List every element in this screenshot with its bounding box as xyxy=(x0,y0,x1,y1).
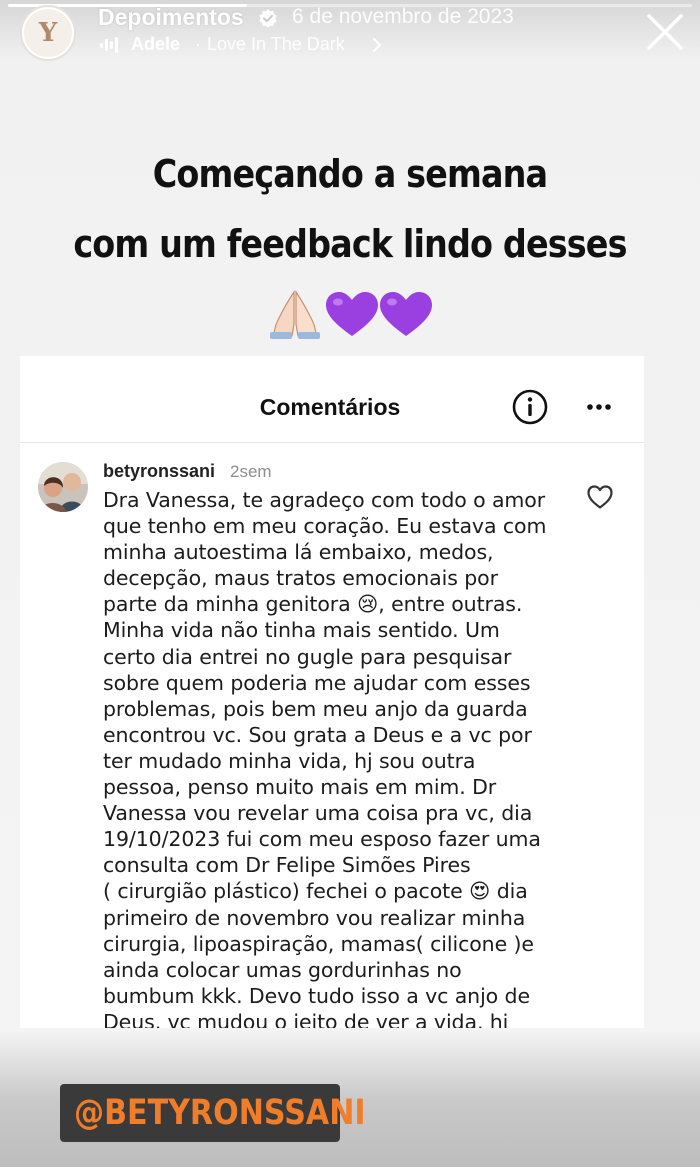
music-bars-icon xyxy=(100,37,118,53)
close-icon xyxy=(647,14,683,50)
headline-line-1: Começando a semana xyxy=(152,152,548,196)
purple-heart-icon xyxy=(326,292,378,336)
story-view[interactable]: Y Depoimentos 6 de novembro de 2023 Adel… xyxy=(0,0,700,1167)
commenter-avatar[interactable] xyxy=(38,462,88,512)
more-options-icon[interactable] xyxy=(586,403,612,411)
close-button[interactable] xyxy=(645,12,685,52)
headline-line-2: com um feedback lindo desses xyxy=(73,222,627,266)
music-artist[interactable]: Adele xyxy=(131,34,180,55)
music-separator: · xyxy=(195,34,201,54)
post-date: 6 de novembro de 2023 xyxy=(292,5,514,28)
mention-sticker[interactable]: @BETYRONSSANI xyxy=(60,1084,366,1142)
praying-hands-icon xyxy=(270,290,320,339)
story-header: Y Depoimentos 6 de novembro de 2023 Adel… xyxy=(0,0,700,70)
account-avatar[interactable]: Y xyxy=(20,5,76,61)
panel-divider xyxy=(20,442,644,443)
heart-outline-icon[interactable] xyxy=(586,484,614,510)
emoji-sticker xyxy=(270,290,432,339)
comments-panel-screenshot: Comentários betyronssani 2sem Dra Vaness… xyxy=(20,356,644,1028)
commenter-username[interactable]: betyronssani xyxy=(103,461,215,482)
account-name[interactable]: Depoimentos xyxy=(98,4,244,31)
info-icon[interactable] xyxy=(512,389,548,425)
chevron-right-icon[interactable] xyxy=(372,38,382,52)
music-song[interactable]: Love In The Dark xyxy=(207,34,345,55)
account-avatar-logo: Y xyxy=(24,9,72,57)
purple-heart-icon xyxy=(380,292,432,336)
mention-text: @BETYRONSSANI xyxy=(74,1093,366,1133)
verified-badge-icon xyxy=(259,9,277,28)
comment-time: 2sem xyxy=(230,462,272,481)
comment-text: Dra Vanessa, te agradeço com todo o amor… xyxy=(103,488,547,1028)
